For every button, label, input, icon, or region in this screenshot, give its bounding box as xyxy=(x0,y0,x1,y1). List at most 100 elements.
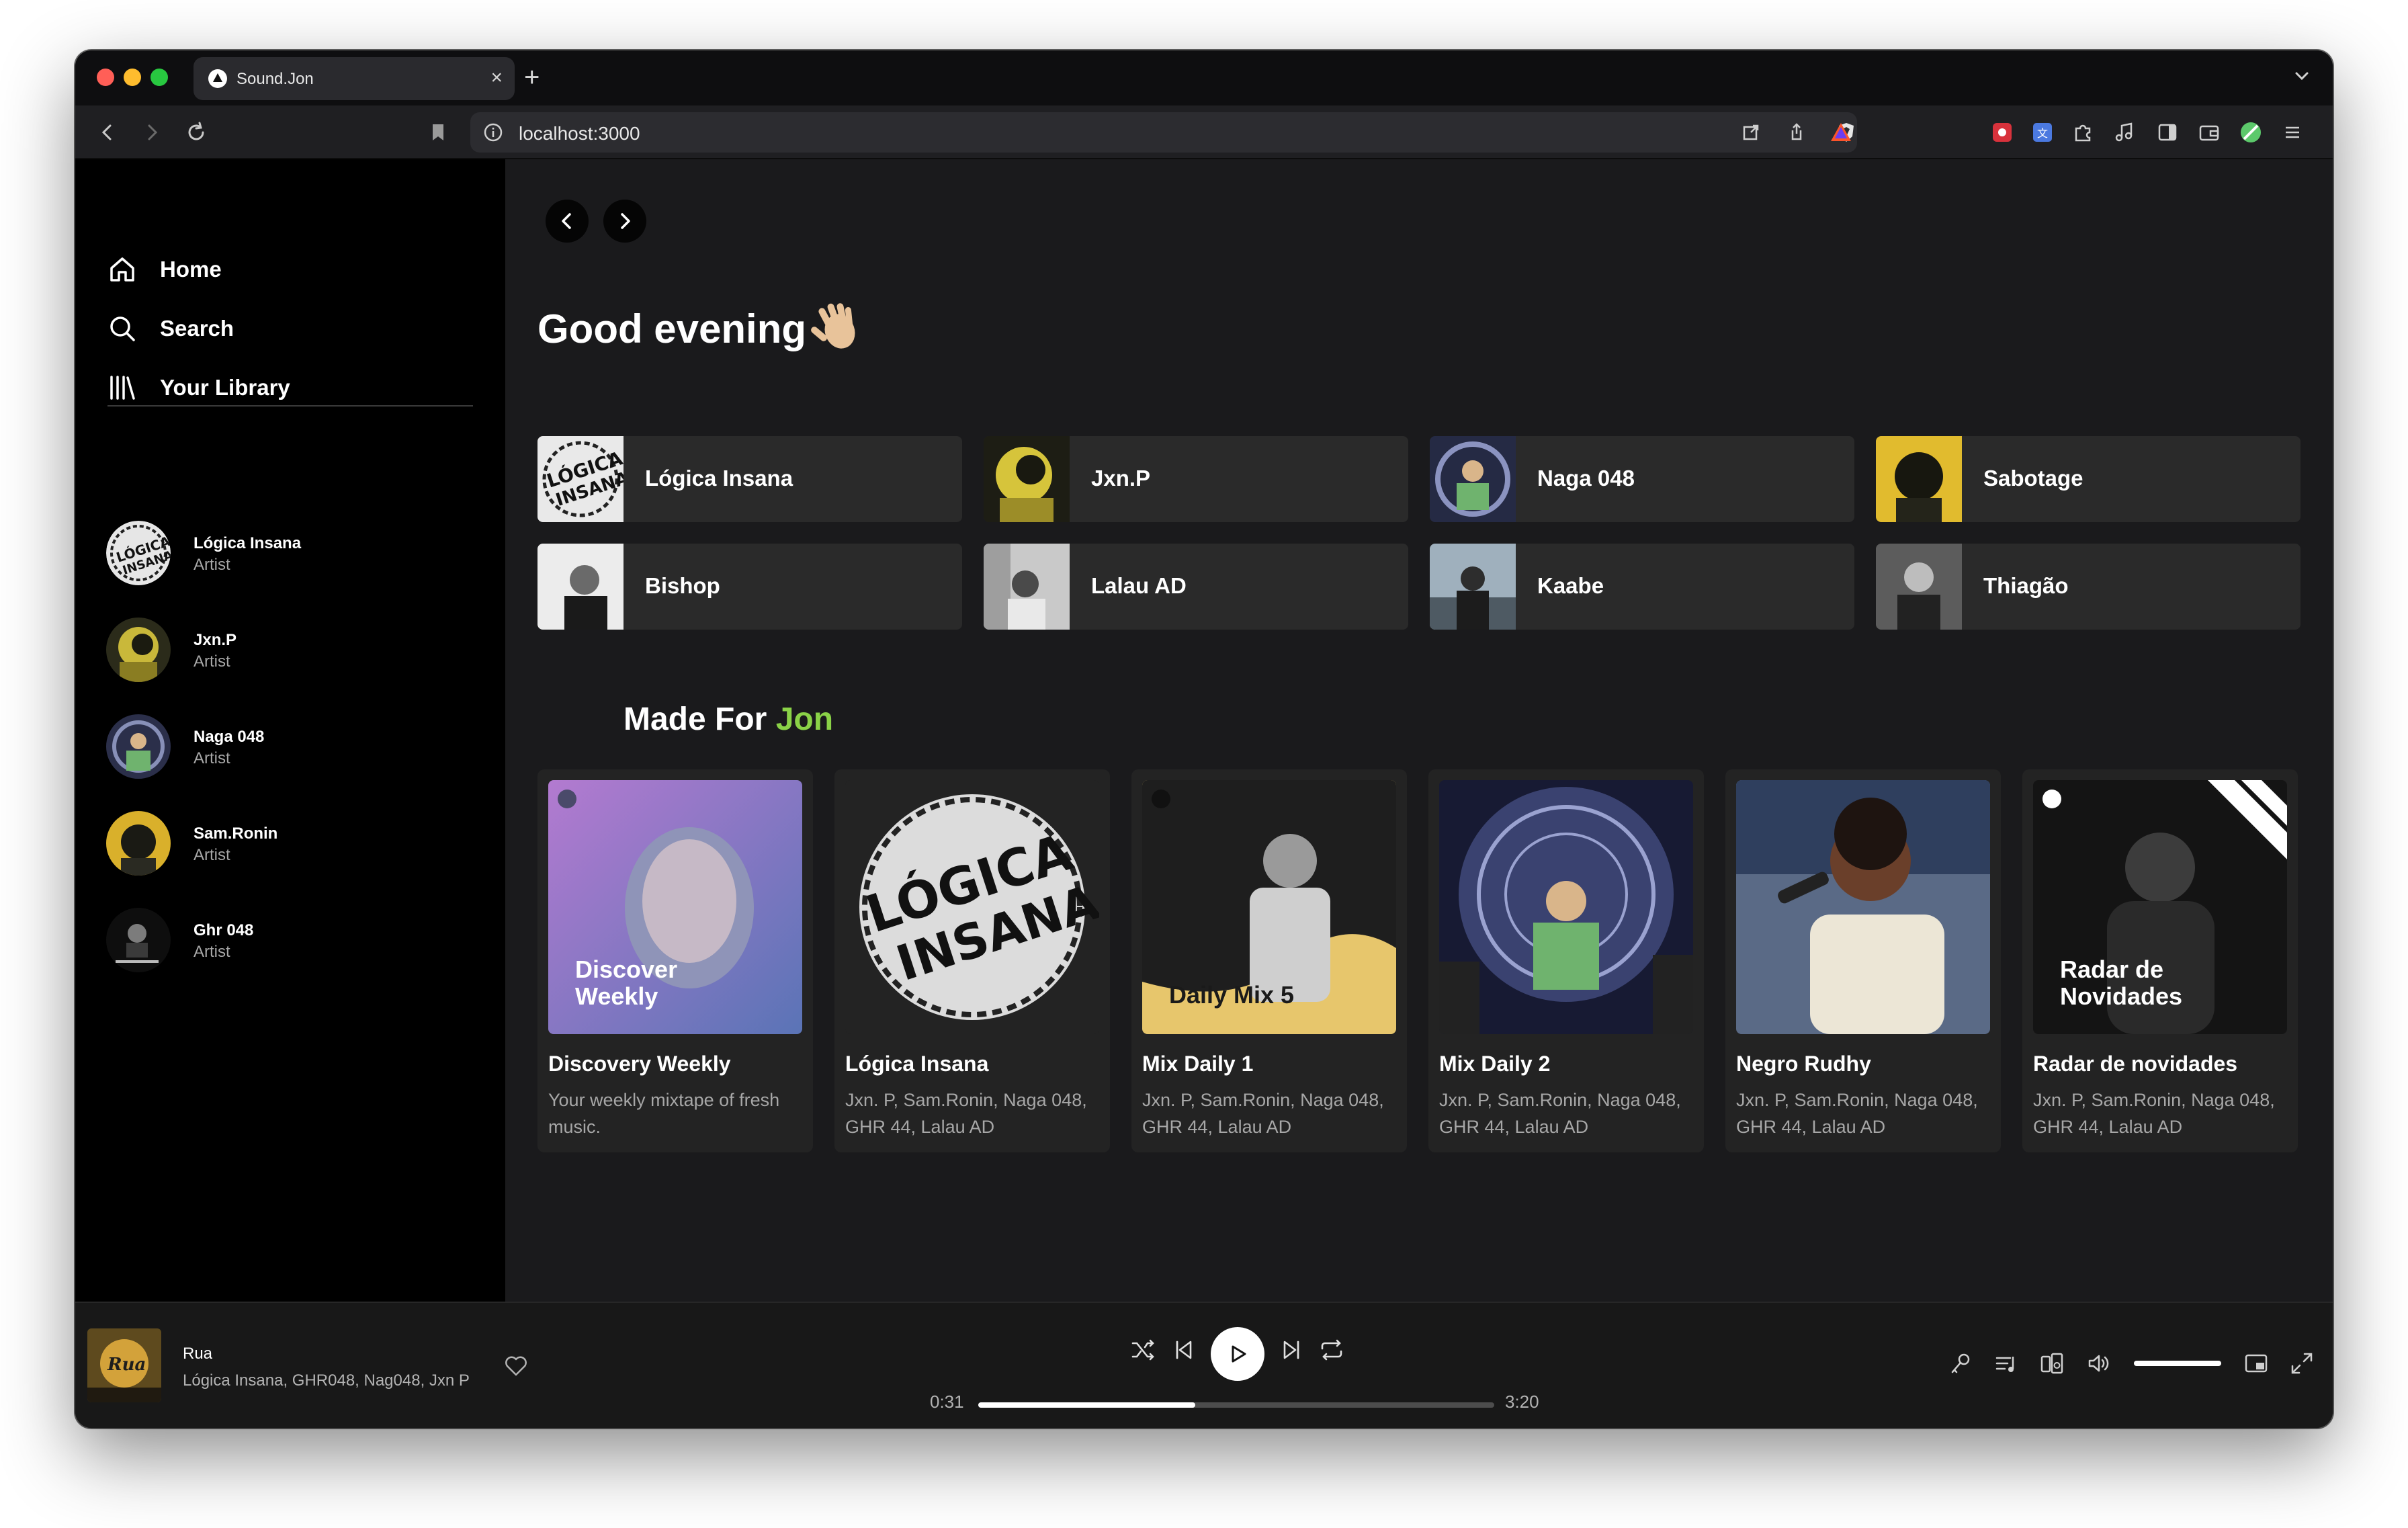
search-icon xyxy=(110,316,135,341)
quick-pick-label: Jxn.P xyxy=(1091,466,1151,491)
repeat-icon[interactable] xyxy=(1317,1335,1346,1365)
svg-text:Rua: Rua xyxy=(107,1355,146,1375)
tab-close-button[interactable]: × xyxy=(490,67,503,89)
quick-pick-card[interactable]: Sabotage xyxy=(1876,436,2300,522)
back-icon[interactable] xyxy=(94,119,121,146)
open-external-icon[interactable] xyxy=(1740,122,1762,143)
artist-name: Naga 048 xyxy=(194,728,265,746)
profile-avatar-icon[interactable] xyxy=(2237,119,2264,146)
quick-pick-card[interactable]: LÓGICA INSANA Lógica Insana xyxy=(538,436,962,522)
history-forward-button[interactable] xyxy=(603,200,646,243)
history-back-button[interactable] xyxy=(546,200,589,243)
extension-red-icon[interactable] xyxy=(1989,119,2016,146)
sidebar-artist-item[interactable]: Jxn.P Artist xyxy=(106,615,482,685)
library-icon xyxy=(110,376,135,400)
sidebar-item-library[interactable]: Your Library xyxy=(106,368,456,408)
music-note-icon[interactable] xyxy=(2111,119,2138,146)
fullscreen-icon[interactable] xyxy=(2288,1350,2315,1377)
play-button[interactable] xyxy=(1211,1327,1264,1381)
waving-hand-icon xyxy=(811,303,855,349)
shuffle-icon[interactable] xyxy=(1129,1335,1158,1365)
playlist-card[interactable]: Daily Mix 5 Mix Daily 1 Jxn. P, Sam.Roni… xyxy=(1131,769,1407,1152)
sidebar-artist-item[interactable]: Naga 048 Artist xyxy=(106,712,482,781)
browser-window: Sound.Jon × + localhost:3000 文 Home Sear… xyxy=(75,50,2333,1428)
chevron-down-icon[interactable] xyxy=(2291,65,2313,87)
playlist-title: Discovery Weekly xyxy=(548,1052,731,1076)
artist-name: Jxn.P xyxy=(194,631,237,649)
playlist-card[interactable]: Discover Weekly Discovery Weekly Your we… xyxy=(538,769,813,1152)
now-playing-cover[interactable]: Rua xyxy=(87,1328,161,1402)
sidebar: Home Search Your Library LÓGICA INSANA L… xyxy=(75,159,505,1302)
sidebar-artist-item[interactable]: LÓGICA INSANA Lógica Insana Artist xyxy=(106,518,482,588)
quick-pick-label: Lalau AD xyxy=(1091,573,1187,598)
forward-icon[interactable] xyxy=(138,119,165,146)
tab-title: Sound.Jon xyxy=(236,70,314,88)
quick-pick-card[interactable]: Jxn.P xyxy=(984,436,1408,522)
playlist-title: Mix Daily 1 xyxy=(1142,1052,1254,1076)
reload-icon[interactable] xyxy=(183,119,210,146)
next-track-icon[interactable] xyxy=(1277,1335,1306,1365)
sidebar-toggle-icon[interactable] xyxy=(2154,119,2181,146)
volume-slider[interactable] xyxy=(2134,1361,2221,1366)
info-icon[interactable] xyxy=(482,122,504,143)
playlist-card[interactable]: Mix Daily 2 Jxn. P, Sam.Ronin, Naga 048,… xyxy=(1428,769,1704,1152)
now-playing-artists[interactable]: Lógica Insana, GHR048, Nag048, Jxn P xyxy=(183,1371,470,1390)
playlist-cover: LÓGICA INSANA xyxy=(845,780,1099,1034)
url-text[interactable]: localhost:3000 xyxy=(519,123,640,144)
browser-tab[interactable]: Sound.Jon × xyxy=(194,57,515,100)
sidebar-item-search[interactable]: Search xyxy=(106,308,456,349)
share-icon[interactable] xyxy=(1786,122,1807,143)
quick-pick-card[interactable]: Lalau AD xyxy=(984,544,1408,630)
quick-pick-image xyxy=(984,436,1070,522)
connect-device-icon[interactable] xyxy=(2038,1350,2065,1377)
quick-pick-image xyxy=(1430,436,1516,522)
quick-pick-card[interactable]: Bishop xyxy=(538,544,962,630)
playlist-description: Your weekly mixtape of fresh music. xyxy=(548,1090,780,1137)
sidebar-item-label: Search xyxy=(160,316,234,341)
player-bar: Rua Rua Lógica Insana, GHR048, Nag048, J… xyxy=(75,1302,2333,1428)
quick-pick-label: Bishop xyxy=(645,573,720,598)
address-bar[interactable]: localhost:3000 xyxy=(470,112,1857,153)
mini-player-icon[interactable] xyxy=(2243,1350,2270,1377)
playlist-card[interactable]: LÓGICA INSANA Lógica Insana Jxn. P, Sam.… xyxy=(834,769,1110,1152)
playlist-card[interactable]: Radar de Novidades Radar de novidades Jx… xyxy=(2022,769,2298,1152)
progress-bar[interactable] xyxy=(978,1402,1494,1408)
quick-pick-card[interactable]: Thiagão xyxy=(1876,544,2300,630)
queue-icon[interactable] xyxy=(1993,1350,2020,1377)
sidebar-item-home[interactable]: Home xyxy=(106,249,456,290)
artist-avatar xyxy=(106,714,171,779)
playlist-cover: Daily Mix 5 xyxy=(1142,780,1396,1034)
menu-icon[interactable] xyxy=(2279,119,2306,146)
previous-track-icon[interactable] xyxy=(1169,1335,1199,1365)
bookmark-icon[interactable] xyxy=(425,119,452,146)
playlist-description: Jxn. P, Sam.Ronin, Naga 048, GHR 44, Lal… xyxy=(1439,1090,1681,1137)
heart-icon[interactable] xyxy=(503,1353,529,1380)
brave-rewards-icon[interactable] xyxy=(1829,120,1853,144)
playlist-description: Jxn. P, Sam.Ronin, Naga 048, GHR 44, Lal… xyxy=(1736,1090,1978,1137)
wallet-icon[interactable] xyxy=(2196,119,2223,146)
playlist-card[interactable]: Negro Rudhy Jxn. P, Sam.Ronin, Naga 048,… xyxy=(1725,769,2001,1152)
made-for-heading: Made For Jon xyxy=(624,701,833,738)
extensions-puzzle-icon[interactable] xyxy=(2069,119,2096,146)
quick-pick-card[interactable]: Kaabe xyxy=(1430,544,1854,630)
close-window-button[interactable] xyxy=(97,69,114,86)
microphone-icon[interactable] xyxy=(1947,1350,1974,1377)
zoom-window-button[interactable] xyxy=(150,69,168,86)
minimize-window-button[interactable] xyxy=(124,69,141,86)
quick-pick-card[interactable]: Naga 048 xyxy=(1430,436,1854,522)
browser-toolbar: localhost:3000 文 xyxy=(75,105,2333,159)
greeting-heading: Good evening xyxy=(538,306,807,351)
artist-type: Artist xyxy=(194,943,230,961)
sidebar-artist-item[interactable]: Ghr 048 Artist xyxy=(106,905,482,975)
progress-fill xyxy=(978,1402,1195,1408)
sidebar-artist-item[interactable]: Sam.Ronin Artist xyxy=(106,808,482,878)
volume-fill xyxy=(2134,1361,2221,1366)
volume-icon[interactable] xyxy=(2086,1350,2112,1377)
now-playing-title[interactable]: Rua xyxy=(183,1345,212,1363)
new-tab-button[interactable]: + xyxy=(524,60,540,95)
quick-pick-image xyxy=(1876,544,1962,630)
artist-type: Artist xyxy=(194,846,230,864)
artist-name: Sam.Ronin xyxy=(194,824,278,843)
translate-icon[interactable]: 文 xyxy=(2029,119,2056,146)
artist-type: Artist xyxy=(194,749,230,767)
